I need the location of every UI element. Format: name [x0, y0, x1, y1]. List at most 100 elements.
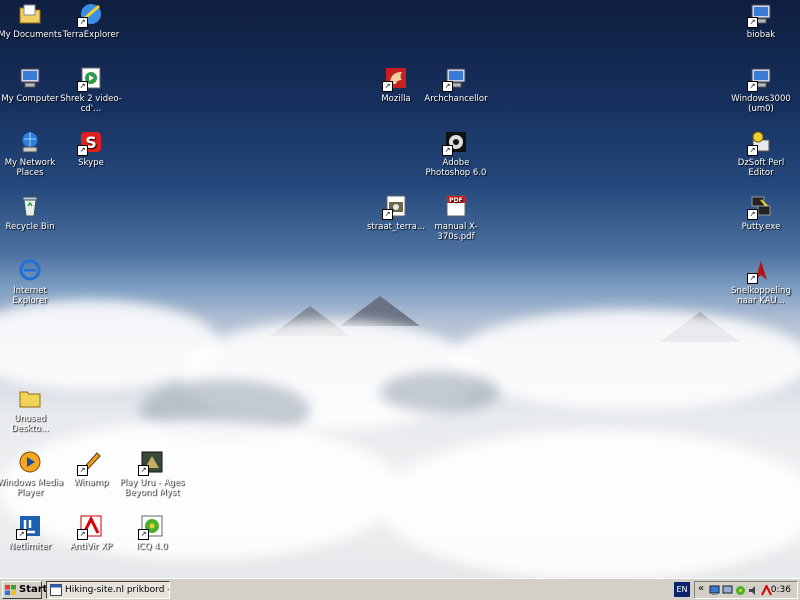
icon-label: ICQ 4.0: [136, 542, 168, 552]
icon-label: Play Uru - Ages Beyond Myst: [119, 478, 185, 498]
desktop-icon-skype[interactable]: S ↗ Skype: [57, 130, 125, 168]
shortcut-arrow-icon: ↗: [747, 145, 758, 156]
ie-icon: [18, 258, 42, 282]
shortcut-arrow-icon: ↗: [442, 145, 453, 156]
shortcut-arrow-icon: ↗: [442, 81, 453, 92]
icon-label: Netlimiter: [8, 542, 52, 552]
icon-label: My Computer: [1, 94, 59, 104]
shortcut-arrow-icon: ↗: [747, 209, 758, 220]
desktop-icon-my-documents[interactable]: My Documents: [0, 2, 64, 40]
desktop-icon-archchancellor[interactable]: ↗ Archchancellor: [422, 66, 490, 104]
perl-editor-icon: ↗: [747, 130, 773, 156]
shortcut-arrow-icon: ↗: [747, 273, 758, 284]
desktop-icon-windows-media-player[interactable]: Windows Media Player: [0, 450, 64, 498]
network-icon: [18, 130, 42, 154]
icon-label: Archchancellor: [424, 94, 488, 104]
shortcut-arrow-icon: ↗: [138, 529, 149, 540]
pdf-icon: PDF: [444, 194, 468, 218]
globe-app-icon: ↗: [77, 2, 103, 28]
desktop-icon-my-network-places[interactable]: My Network Places: [0, 130, 64, 178]
icq-icon: ↗: [138, 514, 164, 540]
windows-flag-icon: [5, 585, 16, 595]
shortcut-arrow-icon: ↗: [77, 81, 88, 92]
language-indicator[interactable]: EN: [674, 582, 690, 597]
icon-label: Adobe Photoshop 6.0: [425, 158, 487, 178]
desktop[interactable]: My Documents My Computer My Network Plac…: [0, 0, 800, 578]
photoshop-icon: ↗: [442, 130, 468, 156]
game-icon: ↗: [138, 450, 164, 476]
folder-icon: [18, 386, 42, 410]
computer-icon: ↗: [747, 66, 773, 92]
desktop-icon-terraexplorer[interactable]: ↗ TerraExplorer: [57, 2, 125, 40]
desktop-icon-straat-terra[interactable]: ↗ straat_terra...: [362, 194, 430, 232]
taskbar-window-label: Hiking-site.nl prikbord - ...: [65, 585, 169, 595]
icon-label: My Documents: [0, 30, 62, 40]
tray-expand-chevron-icon[interactable]: «: [698, 583, 704, 594]
recycle-bin-icon: [18, 194, 42, 218]
icon-label: Recycle Bin: [5, 222, 55, 232]
icon-label: Mozilla: [381, 94, 411, 104]
desktop-icon-antivir-xp[interactable]: ↗ AntiVir XP: [57, 514, 125, 552]
clock[interactable]: 0:36: [771, 584, 791, 596]
icon-label: Snelkoppeling naar KAU...: [731, 286, 791, 306]
icon-label: Windows3000 (um0): [731, 94, 791, 114]
icon-label: Unused Deskto...: [11, 414, 49, 434]
icon-label: DzSoft Perl Editor: [737, 158, 785, 178]
desktop-icon-play-uru[interactable]: ↗ Play Uru - Ages Beyond Myst: [118, 450, 186, 498]
desktop-icon-unused-desktop[interactable]: Unused Deskto...: [0, 386, 64, 434]
start-label: Start: [19, 584, 48, 595]
desktop-icon-internet-explorer[interactable]: Internet Explorer: [0, 258, 64, 306]
cloud: [380, 430, 800, 578]
icon-label: My Network Places: [4, 158, 56, 178]
antivir-icon: ↗: [77, 514, 103, 540]
skype-icon: S ↗: [77, 130, 103, 156]
desktop-icon-biobak[interactable]: ↗ biobak: [727, 2, 795, 40]
network-tray-icon[interactable]: [709, 585, 720, 596]
desktop-icon-recycle-bin[interactable]: Recycle Bin: [0, 194, 64, 232]
speaker-tray-icon[interactable]: [748, 585, 759, 596]
desktop-icon-snelkoppeling-kau[interactable]: ↗ Snelkoppeling naar KAU...: [727, 258, 795, 306]
media-player-icon: [18, 450, 42, 474]
icon-label: Internet Explorer: [12, 286, 48, 306]
browser-window-icon: [50, 584, 62, 596]
icon-label: Windows Media Player: [0, 478, 64, 498]
icon-label: Skype: [78, 158, 104, 168]
icon-label: Shrek 2 video-cd'...: [60, 94, 122, 114]
computer-icon: ↗: [747, 2, 773, 28]
kau-icon: ↗: [747, 258, 773, 284]
icon-label: Putty.exe: [741, 222, 781, 232]
media-file-icon: ↗: [77, 66, 103, 92]
icon-label: straat_terra...: [367, 222, 425, 232]
desktop-icon-mozilla[interactable]: ↗ Mozilla: [362, 66, 430, 104]
shortcut-arrow-icon: ↗: [77, 465, 88, 476]
desktop-icon-netlimiter[interactable]: ↗ Netlimiter: [0, 514, 64, 552]
computer-icon: ↗: [442, 66, 468, 92]
computer-icon: [18, 66, 42, 90]
desktop-icon-dzsoft-perl-editor[interactable]: ↗ DzSoft Perl Editor: [727, 130, 795, 178]
desktop-icon-windows3000[interactable]: ↗ Windows3000 (um0): [727, 66, 795, 114]
shortcut-arrow-icon: ↗: [77, 145, 88, 156]
desktop-icon-adobe-photoshop[interactable]: ↗ Adobe Photoshop 6.0: [422, 130, 490, 178]
desktop-icon-manual-pdf[interactable]: PDF manual X-370s.pdf: [422, 194, 490, 242]
mozilla-icon: ↗: [382, 66, 408, 92]
desktop-icon-putty[interactable]: ↗ Putty.exe: [727, 194, 795, 232]
system-tray: « 0:36: [694, 581, 798, 599]
taskbar-window-button[interactable]: Hiking-site.nl prikbord - ...: [46, 581, 170, 599]
desktop-icon-shrek-2[interactable]: ↗ Shrek 2 video-cd'...: [57, 66, 125, 114]
display-tray-icon[interactable]: [722, 585, 733, 596]
shortcut-arrow-icon: ↗: [138, 465, 149, 476]
cloud: [450, 310, 800, 410]
icon-label: manual X-370s.pdf: [434, 222, 478, 242]
shortcut-arrow-icon: ↗: [382, 209, 393, 220]
taskbar: Start Hiking-site.nl prikbord - ... EN «…: [0, 578, 800, 600]
shortcut-arrow-icon: ↗: [747, 81, 758, 92]
icon-label: Winamp: [73, 478, 109, 488]
netlimiter-icon: ↗: [16, 514, 42, 540]
start-button[interactable]: Start: [2, 581, 47, 599]
desktop-icon-winamp[interactable]: ↗ Winamp: [57, 450, 125, 488]
icq-tray-icon[interactable]: [735, 585, 746, 596]
desktop-icon-icq[interactable]: ↗ ICQ 4.0: [118, 514, 186, 552]
shortcut-arrow-icon: ↗: [77, 17, 88, 28]
shortcut-arrow-icon: ↗: [16, 529, 27, 540]
desktop-icon-my-computer[interactable]: My Computer: [0, 66, 64, 104]
